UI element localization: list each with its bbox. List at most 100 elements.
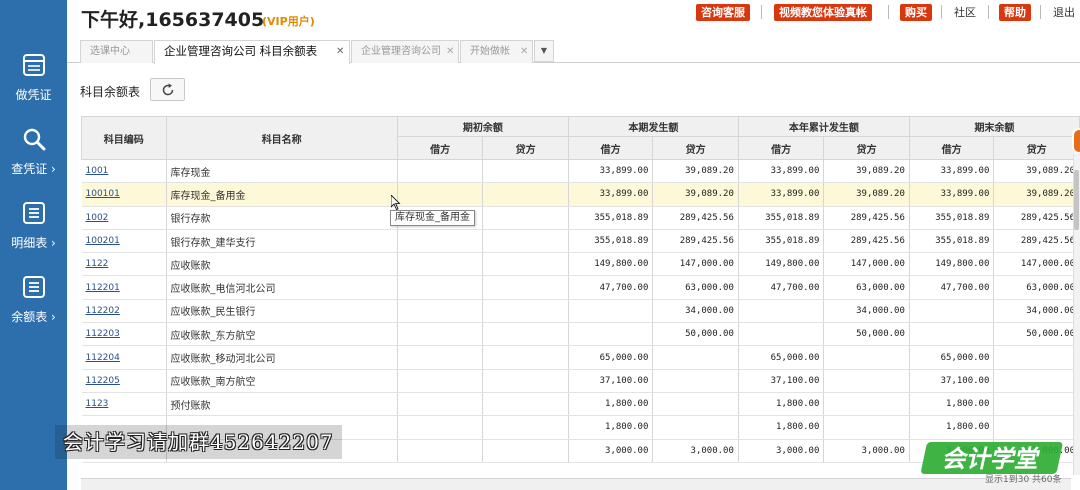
video-tutorial-button[interactable]: 视频教您体验真帐 — [774, 4, 872, 21]
debit-cell — [397, 439, 484, 463]
floating-assistant-button[interactable] — [1072, 128, 1080, 154]
debit-cell: 33,899.00 — [909, 182, 995, 207]
column-header-credit[interactable]: 贷方 — [652, 136, 739, 160]
debit-cell — [909, 299, 995, 324]
column-header-name[interactable]: 科目名称 — [165, 116, 398, 160]
debit-cell — [738, 322, 825, 347]
account-code-link[interactable]: 112202 — [81, 299, 167, 324]
sidebar-item-detail-ledger[interactable]: 明细表 › — [0, 196, 67, 266]
community-link[interactable]: 社区 — [954, 4, 976, 20]
close-icon[interactable]: ✕ — [520, 41, 528, 62]
debit-cell: 1,800.00 — [909, 415, 995, 440]
account-name-cell: 银行存款 — [166, 206, 398, 230]
credit-cell: 39,089.20 — [652, 159, 739, 184]
account-name-cell: 应收账款_移动河北公司 — [166, 345, 398, 370]
credit-cell: 50,000.00 — [993, 322, 1080, 347]
column-header-debit[interactable]: 借方 — [737, 136, 825, 160]
table-row[interactable]: 100201 银行存款_建华支行 355,018.89 289,425.56 355,0… — [81, 229, 1080, 254]
debit-cell: 1,800.00 — [909, 392, 995, 417]
logout-link[interactable]: 退出 — [1053, 4, 1075, 20]
account-code-link[interactable]: 112205 — [81, 369, 167, 393]
sidebar-item-balance-sheet[interactable]: 余额表 › — [0, 270, 67, 340]
account-code-link[interactable]: 1123 — [81, 392, 167, 417]
refresh-icon — [162, 83, 173, 95]
account-code-link[interactable]: 112201 — [81, 275, 167, 300]
column-group-opening: 期初余额 — [396, 116, 569, 137]
debit-cell: 355,018.89 — [909, 229, 995, 254]
column-header-debit[interactable]: 借方 — [567, 136, 654, 160]
column-group-closing: 期末余额 — [908, 116, 1080, 137]
buy-button[interactable]: 购买 — [900, 4, 932, 21]
tab-label: 企业管理咨询公司 — [361, 46, 441, 57]
table-row[interactable]: 100101 库存现金_备用金 33,899.00 39,089.20 33,899.0… — [81, 182, 1080, 207]
table-row[interactable]: 112204 应收账款_移动河北公司 65,000.00 65,000.00 65,00… — [81, 345, 1080, 370]
account-code-link[interactable]: 112204 — [81, 345, 167, 370]
debit-cell — [397, 159, 484, 184]
tab-start-bookkeeping[interactable]: 开始做帐 ✕ — [460, 40, 533, 63]
account-code-link[interactable]: 100201 — [81, 229, 167, 254]
debit-cell: 37,100.00 — [738, 369, 825, 393]
debit-cell: 65,000.00 — [568, 345, 654, 370]
account-code-link[interactable]: 112203 — [81, 322, 167, 347]
column-header-credit[interactable]: 贷方 — [482, 136, 569, 160]
debit-cell: 33,899.00 — [738, 182, 825, 207]
sidebar-item-label: 明细表 › — [11, 236, 56, 250]
credit-cell: 39,089.20 — [652, 182, 739, 207]
table-row[interactable]: 112203 应收账款_东方航空 50,000.00 50,000.00 50,000.… — [81, 322, 1080, 347]
header-divider — [888, 5, 889, 19]
column-header-credit[interactable]: 贷方 — [823, 136, 910, 160]
sidebar-item-query-voucher[interactable]: 查凭证 › — [0, 122, 67, 192]
column-header-debit[interactable]: 借方 — [908, 136, 995, 160]
credit-cell — [993, 345, 1080, 370]
credit-cell — [482, 229, 569, 254]
credit-cell: 34,000.00 — [823, 299, 910, 324]
account-code-link[interactable]: 1001 — [81, 159, 167, 184]
debit-cell: 1,800.00 — [568, 415, 654, 440]
column-group-ytd: 本年累计发生额 — [737, 116, 910, 137]
tab-balance-sheet[interactable]: 企业管理咨询公司 科目余额表 ✕ — [154, 40, 350, 64]
account-name-cell: 应收账款_东方航空 — [166, 322, 398, 347]
account-code-link[interactable]: 100101 — [81, 182, 167, 207]
column-header-credit[interactable]: 贷方 — [993, 136, 1080, 160]
account-code-link[interactable]: 1122 — [81, 252, 167, 277]
tab-label: 企业管理咨询公司 科目余额表 — [164, 44, 318, 58]
table-row[interactable]: 1001 库存现金 33,899.00 39,089.20 33,899.00 39,08… — [81, 159, 1080, 184]
column-header-code[interactable]: 科目编码 — [81, 116, 167, 160]
debit-cell: 1,800.00 — [738, 415, 825, 440]
svg-text:会计学堂: 会计学堂 — [941, 444, 1043, 473]
credit-cell — [482, 345, 569, 370]
table-row[interactable]: 1122 应收账款 149,800.00 147,000.00 149,800.00 14… — [81, 252, 1080, 277]
account-code-link[interactable]: 1002 — [81, 206, 167, 230]
tab-company[interactable]: 企业管理咨询公司 ✕ — [351, 40, 459, 63]
credit-cell: 3,000.00 — [823, 439, 910, 463]
close-icon[interactable]: ✕ — [446, 41, 454, 62]
table-row[interactable]: 1123 预付账款 1,800.00 1,800.00 1,800.00 — [81, 392, 1080, 417]
debit-cell: 355,018.89 — [738, 206, 825, 230]
search-icon — [23, 128, 45, 151]
debit-cell: 355,018.89 — [568, 206, 654, 230]
debit-cell — [738, 299, 825, 324]
tab-course-center[interactable]: 选课中心 — [80, 40, 153, 63]
column-header-debit[interactable]: 借方 — [396, 136, 484, 160]
close-icon[interactable]: ✕ — [336, 41, 344, 62]
tab-dropdown-button[interactable]: ▼ — [534, 40, 554, 62]
credit-cell — [652, 415, 739, 440]
consult-service-button[interactable]: 咨询客服 — [696, 4, 750, 21]
table-row[interactable]: 112205 应收账款_南方航空 37,100.00 37,100.00 37,100.… — [81, 369, 1080, 393]
left-sidebar: 做凭证 查凭证 › 明细表 › 余额表 › — [0, 0, 67, 490]
debit-cell — [397, 345, 484, 370]
credit-cell — [482, 275, 569, 300]
debit-cell: 33,899.00 — [568, 159, 654, 184]
table-row[interactable]: 1002 银行存款 355,018.89 289,425.56 355,018.89 28… — [81, 206, 1080, 230]
debit-cell — [909, 322, 995, 347]
table-row[interactable]: 112202 应收账款_民生银行 34,000.00 34,000.00 34,000.… — [81, 299, 1080, 324]
debit-cell: 355,018.89 — [568, 229, 654, 254]
debit-cell — [568, 322, 654, 347]
help-button[interactable]: 帮助 — [999, 4, 1031, 21]
credit-cell — [652, 369, 739, 393]
credit-cell: 147,000.00 — [652, 252, 739, 277]
refresh-button[interactable] — [150, 78, 185, 101]
scrollbar-thumb[interactable] — [1074, 170, 1079, 230]
table-row[interactable]: 112201 应收账款_电信河北公司 47,700.00 63,000.00 47,70… — [81, 275, 1080, 300]
sidebar-item-make-voucher[interactable]: 做凭证 — [0, 48, 67, 118]
